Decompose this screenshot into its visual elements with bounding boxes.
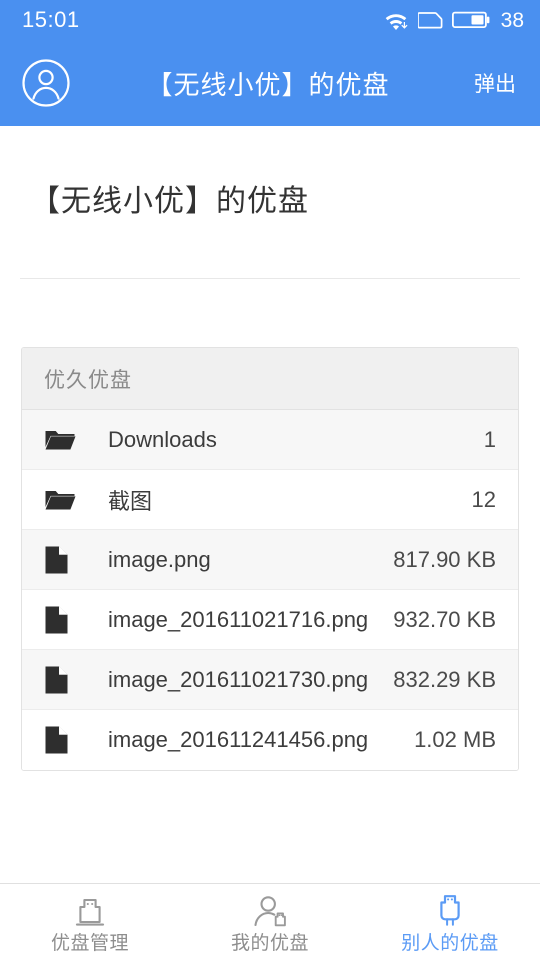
file-meta-label: 832.29 KB bbox=[393, 666, 496, 692]
nav-icon-slot bbox=[251, 895, 289, 929]
row-icon-slot bbox=[44, 427, 78, 453]
row-icon-slot bbox=[44, 545, 78, 575]
nav-icon-slot bbox=[72, 895, 108, 929]
user-avatar-icon bbox=[21, 58, 71, 108]
usb-plug-icon bbox=[432, 893, 468, 929]
nav-tab-label: 优盘管理 bbox=[50, 932, 129, 954]
row-icon-slot bbox=[44, 725, 78, 755]
bottom-navigation-bar: 优盘管理 我的优盘 别人的优盘 bbox=[0, 883, 540, 960]
file-name-label: 截图 bbox=[108, 488, 153, 514]
person-with-usb-icon bbox=[251, 895, 289, 929]
status-clock: 15:01 bbox=[22, 7, 80, 32]
table-row[interactable]: 截图 12 bbox=[22, 470, 518, 530]
folder-icon bbox=[44, 487, 76, 513]
battery-percent-label: 38 bbox=[500, 8, 524, 32]
nav-tab-2[interactable]: 我的优盘 bbox=[180, 884, 360, 960]
eject-button[interactable]: 弹出 bbox=[464, 60, 522, 106]
file-meta-label: 1 bbox=[483, 426, 496, 452]
nav-tab-3[interactable]: 别人的优盘 bbox=[360, 884, 540, 960]
file-meta-label: 1.02 MB bbox=[414, 727, 496, 752]
status-icon-group: 38 bbox=[383, 9, 524, 31]
app-bar: 【无线小优】的优盘 弹出 bbox=[0, 40, 540, 126]
page-title: 【无线小优】的优盘 bbox=[30, 185, 309, 218]
table-row[interactable]: image_201611021716.png 932.70 KB bbox=[22, 590, 518, 650]
nav-icon-slot bbox=[432, 893, 468, 929]
file-meta-label: 12 bbox=[471, 486, 496, 512]
usb-drive-icon bbox=[72, 895, 108, 929]
nav-tab-label: 我的优盘 bbox=[230, 932, 309, 954]
table-row[interactable]: Downloads 1 bbox=[22, 410, 518, 470]
title-divider bbox=[20, 278, 520, 279]
status-bar: 15:01 38 bbox=[0, 0, 540, 40]
row-icon-slot bbox=[44, 605, 78, 635]
file-name-label: image_201611021730.png bbox=[108, 666, 369, 692]
nav-tab-1[interactable]: 优盘管理 bbox=[0, 884, 180, 960]
battery-icon bbox=[451, 10, 490, 30]
table-row[interactable]: image_201611241456.png 1.02 MB bbox=[22, 710, 518, 770]
row-icon-slot bbox=[44, 665, 78, 695]
row-icon-slot bbox=[44, 487, 78, 513]
table-row[interactable]: image.png 817.90 KB bbox=[22, 530, 518, 590]
file-meta-label: 817.90 KB bbox=[393, 546, 496, 572]
file-list-card: 优久优盘 Downloads 1 截图 12 image.png 817.90 KB … bbox=[21, 347, 519, 771]
app-bar-title: 【无线小优】的优盘 bbox=[146, 69, 390, 100]
content-area: 【无线小优】的优盘 优久优盘 Downloads 1 截图 12 image.png… bbox=[0, 126, 540, 883]
document-icon bbox=[44, 605, 70, 635]
user-avatar-button[interactable] bbox=[20, 57, 72, 109]
document-icon bbox=[44, 665, 70, 695]
folder-icon bbox=[44, 427, 76, 453]
nav-tab-label: 别人的优盘 bbox=[401, 932, 499, 954]
wifi-download-icon bbox=[383, 9, 409, 31]
file-name-label: image_201611241456.png bbox=[108, 727, 369, 752]
file-meta-label: 932.70 KB bbox=[393, 606, 496, 632]
file-name-label: image.png bbox=[108, 546, 211, 572]
sim-card-icon bbox=[417, 10, 443, 30]
file-list: Downloads 1 截图 12 image.png 817.90 KB image… bbox=[22, 410, 518, 770]
file-list-header: 优久优盘 bbox=[22, 348, 518, 410]
phone-screen: 15:01 38 【无线小优】的优盘 弹出 【无线小优】的优盘 优久优盘 Dow… bbox=[0, 0, 540, 960]
table-row[interactable]: image_201611021730.png 832.29 KB bbox=[22, 650, 518, 710]
document-icon bbox=[44, 725, 70, 755]
file-name-label: image_201611021716.png bbox=[108, 606, 369, 632]
file-name-label: Downloads bbox=[108, 426, 217, 452]
document-icon bbox=[44, 545, 70, 575]
